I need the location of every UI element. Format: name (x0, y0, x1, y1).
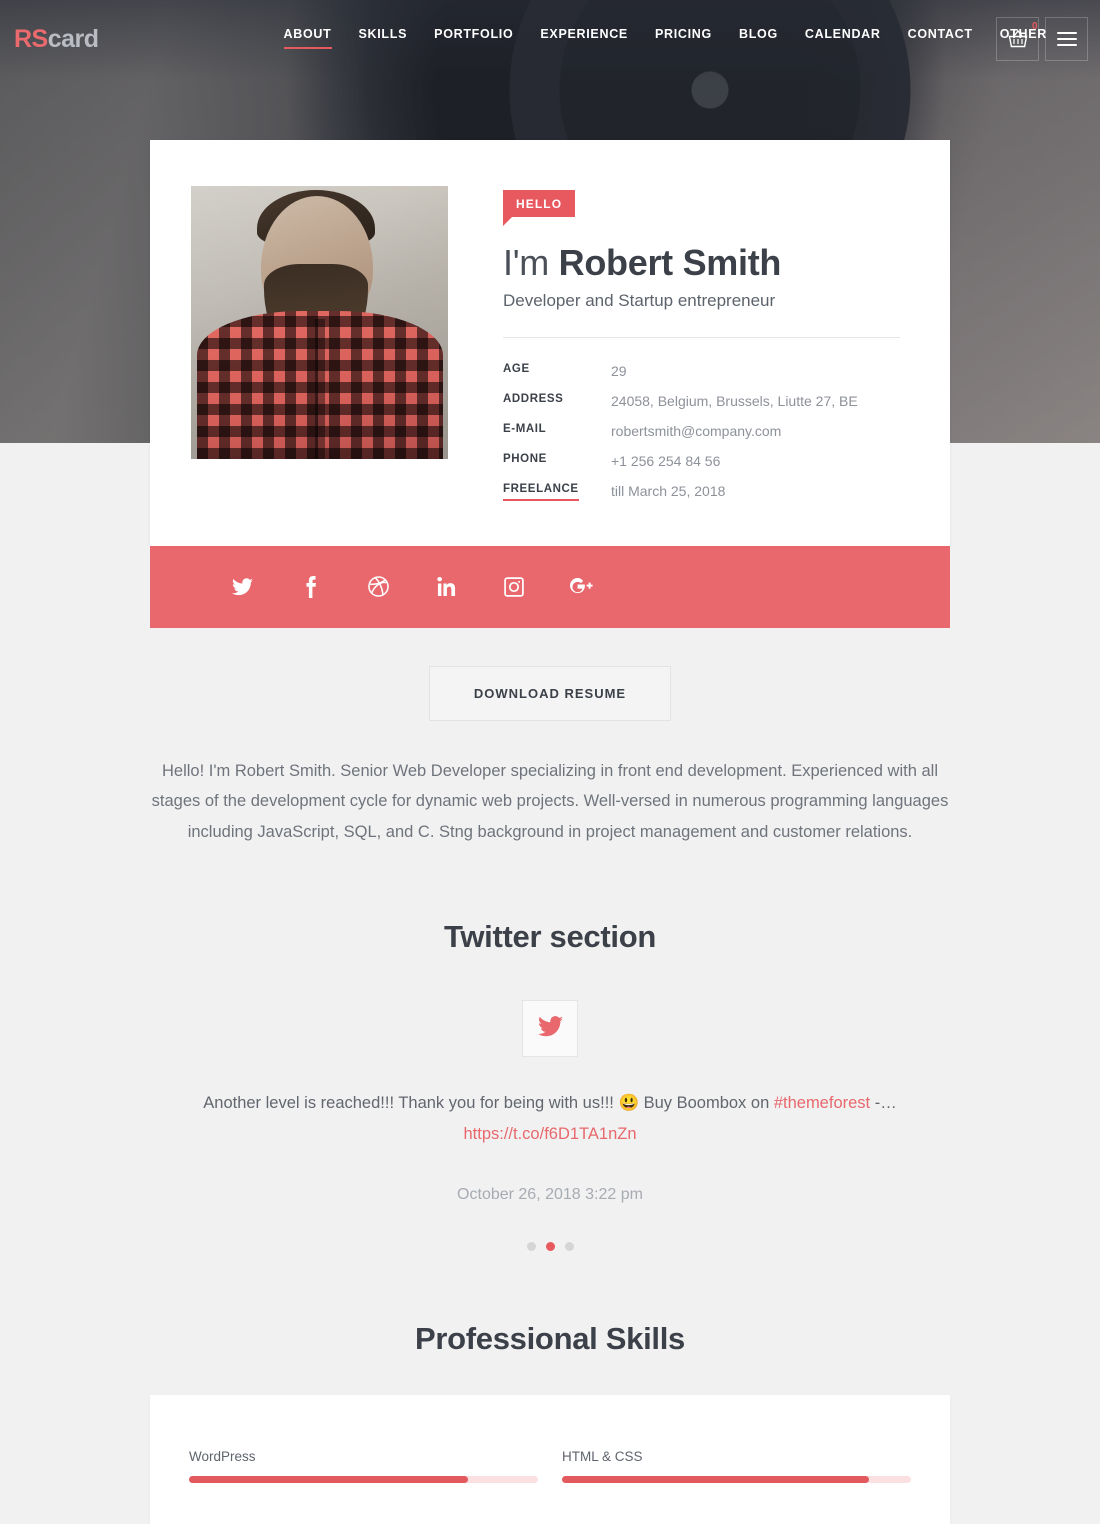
table-row: FREELANCE till March 25, 2018 (503, 476, 900, 506)
social-link-google-plus[interactable] (548, 577, 616, 597)
twitter-feed-icon-button[interactable] (522, 1000, 578, 1058)
info-value-email: robertsmith@company.com (611, 422, 782, 439)
social-link-instagram[interactable] (480, 577, 548, 597)
social-link-facebook[interactable] (276, 575, 344, 598)
facebook-icon (304, 575, 317, 598)
skill-html-css: HTML & CSS (562, 1435, 911, 1511)
profile-card-wrapper: HELLO I'm Robert Smith Developer and Sta… (150, 140, 950, 628)
info-value-freelance: till March 25, 2018 (611, 482, 726, 499)
carousel-dot-2[interactable] (545, 1242, 555, 1252)
profile-details: HELLO I'm Robert Smith Developer and Sta… (448, 186, 900, 506)
linkedin-icon (436, 577, 456, 597)
cart-count-badge: 0 (1031, 21, 1038, 32)
nav-item-pricing[interactable]: PRICING (655, 27, 712, 51)
info-value-address: 24058, Belgium, Brussels, Liutte 27, BE (611, 392, 858, 409)
info-value-phone: +1 256 254 84 56 (611, 452, 721, 469)
skill-progress-fill (189, 1476, 469, 1484)
social-link-dribbble[interactable] (344, 576, 412, 598)
profile-divider (503, 336, 900, 338)
google-plus-icon (570, 577, 594, 597)
social-link-twitter[interactable] (208, 578, 276, 596)
tweet-text-part3: -… (870, 1094, 897, 1113)
skill-javascript: JavaScript (189, 1511, 538, 1524)
skill-progress-fill (562, 1476, 870, 1484)
info-key-age: AGE (503, 362, 530, 375)
skill-label: WordPress (189, 1449, 256, 1465)
profile-info-table: AGE 29 ADDRESS 24058, Belgium, Brussels,… (503, 356, 900, 506)
nav-item-blog[interactable]: BLOG (739, 27, 778, 51)
menu-toggle-button[interactable] (1045, 17, 1088, 61)
twitter-icon (231, 578, 253, 596)
logo-primary-text: RS (14, 24, 48, 53)
profile-subtitle: Developer and Startup entrepreneur (503, 290, 776, 310)
navbar-actions: 0 (996, 17, 1088, 61)
tweet-text-part1: Another level is reached!!! Thank you fo… (203, 1094, 619, 1113)
hello-badge: HELLO (503, 190, 576, 226)
table-row: ADDRESS 24058, Belgium, Brussels, Liutte… (503, 386, 900, 416)
profile-name: Robert Smith (558, 242, 782, 283)
tweet-hashtag-link[interactable]: #themeforest (774, 1094, 870, 1112)
social-links-bar (150, 545, 950, 628)
twitter-section-title: Twitter section (444, 919, 656, 955)
skill-progress-track (562, 1476, 911, 1484)
download-resume-button[interactable]: DOWNLOAD RESUME (428, 665, 672, 721)
nav-item-skills[interactable]: SKILLS (359, 27, 408, 51)
nav-item-contact[interactable]: CONTACT (908, 27, 973, 51)
social-link-linkedin[interactable] (412, 577, 480, 597)
tweet-content: Another level is reached!!! Thank you fo… (150, 1088, 950, 1150)
carousel-dot-3[interactable] (564, 1242, 574, 1252)
top-navigation-bar: RScard ABOUT SKILLS PORTFOLIO EXPERIENCE… (0, 0, 1100, 78)
cart-button[interactable]: 0 (996, 17, 1039, 61)
tweet-emoji: 😃 (618, 1094, 639, 1113)
skills-card: WordPress HTML & CSS JavaScript PHP & My… (150, 1395, 950, 1524)
info-key-phone: PHONE (503, 452, 547, 465)
nav-item-calendar[interactable]: CALENDAR (805, 27, 881, 51)
info-key-address: ADDRESS (503, 392, 564, 405)
instagram-icon (504, 577, 524, 597)
tweet-text-part2: Buy Boombox on (639, 1094, 774, 1113)
carousel-dot-1[interactable] (526, 1242, 536, 1252)
info-key-email: E-MAIL (503, 422, 547, 435)
info-key-freelance: FREELANCE (503, 476, 611, 506)
profile-bio-text: Hello! I'm Robert Smith. Senior Web Deve… (151, 761, 949, 841)
skill-progress-track (189, 1476, 538, 1484)
site-logo[interactable]: RScard (14, 25, 99, 54)
avatar-shirt (197, 311, 443, 459)
nav-item-about[interactable]: ABOUT (283, 27, 332, 51)
skill-php-mysql: PHP & MySQL (562, 1511, 911, 1524)
nav-item-portfolio[interactable]: PORTFOLIO (434, 27, 513, 51)
tweet-timestamp: October 26, 2018 3:22 pm (457, 1186, 643, 1204)
profile-card: HELLO I'm Robert Smith Developer and Sta… (150, 140, 950, 546)
table-row: PHONE +1 256 254 84 56 (503, 446, 900, 476)
basket-icon: 0 (1008, 21, 1038, 48)
logo-secondary-text: card (47, 24, 99, 53)
download-resume-section: DOWNLOAD RESUME (0, 665, 1100, 721)
main-menu: ABOUT SKILLS PORTFOLIO EXPERIENCE PRICIN… (283, 27, 1047, 51)
skill-wordpress: WordPress (189, 1435, 538, 1511)
greeting-prefix: I'm (503, 242, 549, 283)
page-title: I'm Robert Smith (503, 244, 900, 282)
skill-label: HTML & CSS (562, 1449, 643, 1465)
info-value-age: 29 (611, 362, 627, 379)
twitter-carousel-pagination (0, 1242, 1100, 1252)
twitter-icon (537, 1015, 563, 1042)
nav-item-experience[interactable]: EXPERIENCE (540, 27, 628, 51)
table-row: E-MAIL robertsmith@company.com (503, 416, 900, 446)
table-row: AGE 29 (503, 356, 900, 386)
skills-section-title: Professional Skills (415, 1321, 685, 1357)
tweet-url-link[interactable]: https://t.co/f6D1TA1nZn (463, 1125, 636, 1143)
hamburger-icon (1056, 32, 1077, 46)
twitter-section: Twitter section Another level is reached… (0, 919, 1100, 1252)
professional-skills-section: Professional Skills WordPress HTML & CSS… (0, 1321, 1100, 1524)
avatar (191, 186, 448, 459)
dribbble-icon (367, 576, 389, 598)
